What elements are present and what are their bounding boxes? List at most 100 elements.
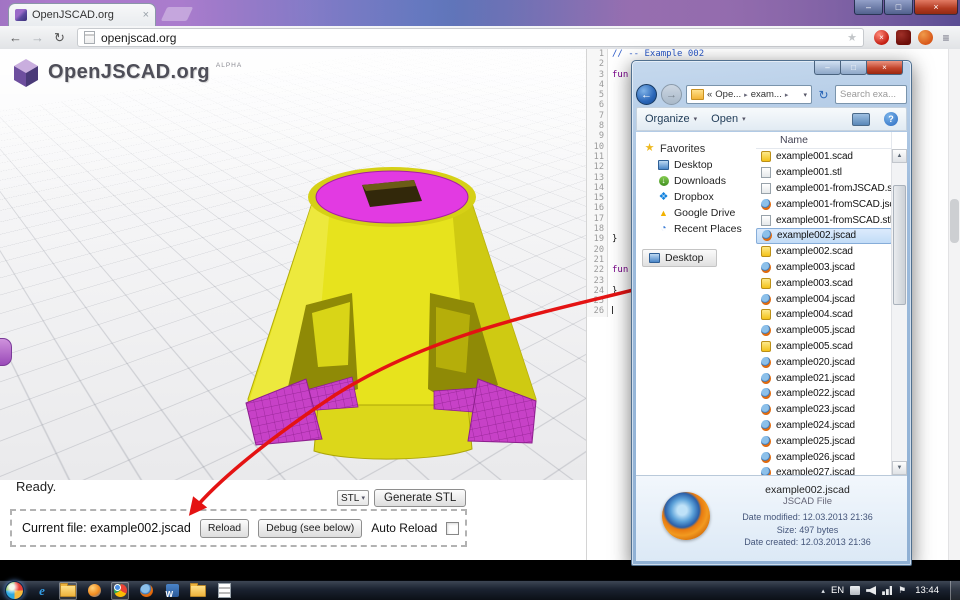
file-row[interactable]: example001.stl bbox=[756, 165, 892, 181]
tab-close-icon[interactable]: × bbox=[143, 9, 149, 21]
scroll-up-icon[interactable]: ▲ bbox=[892, 149, 907, 163]
sidebar-item-desktop-tree[interactable]: Desktop bbox=[642, 249, 717, 267]
taskbar-firefox-icon[interactable] bbox=[137, 582, 155, 600]
file-row[interactable]: example025.jscad bbox=[756, 433, 892, 449]
file-row[interactable]: example004.scad bbox=[756, 307, 892, 323]
volume-icon[interactable] bbox=[866, 586, 876, 595]
file-row[interactable]: example001-fromSCAD.jscad bbox=[756, 196, 892, 212]
bookmark-star-icon[interactable]: ★ bbox=[847, 31, 857, 44]
sidebar-item-recent-places[interactable]: Recent Places bbox=[636, 221, 756, 237]
explorer-back-button[interactable]: ← bbox=[636, 84, 657, 105]
sidebar-item-downloads[interactable]: Downloads bbox=[636, 173, 756, 189]
scroll-thumb[interactable] bbox=[893, 185, 906, 305]
explorer-close-button[interactable]: × bbox=[866, 61, 903, 75]
taskbar-explorer-icon[interactable] bbox=[59, 582, 77, 600]
file-row[interactable]: example003.scad bbox=[756, 275, 892, 291]
file-row[interactable]: example022.jscad bbox=[756, 386, 892, 402]
line-number: 8 bbox=[587, 121, 608, 131]
system-tray: ▴ EN ⚑ 13:44 bbox=[821, 581, 960, 600]
forward-button[interactable]: → bbox=[28, 28, 47, 47]
views-icon[interactable] bbox=[852, 113, 870, 126]
show-desktop-button[interactable] bbox=[950, 581, 960, 600]
address-bar[interactable]: openjscad.org ★ bbox=[77, 28, 864, 47]
explorer-titlebar[interactable]: – □ × bbox=[632, 61, 911, 82]
clock[interactable]: 13:44 bbox=[915, 585, 939, 596]
file-row[interactable]: example005.jscad bbox=[756, 323, 892, 339]
new-tab-button[interactable] bbox=[161, 7, 194, 21]
file-icon bbox=[761, 436, 771, 447]
explorer-minimize-button[interactable]: – bbox=[814, 61, 841, 75]
help-icon[interactable]: ? bbox=[884, 112, 898, 126]
start-button[interactable] bbox=[5, 581, 24, 600]
file-row[interactable]: example001-fromJSCAD.stl bbox=[756, 181, 892, 197]
taskbar-folder-icon[interactable] bbox=[189, 582, 207, 600]
window-maximize-button[interactable]: □ bbox=[884, 0, 913, 15]
debug-button[interactable]: Debug (see below) bbox=[258, 519, 362, 538]
favorites-group[interactable]: Favorites bbox=[636, 140, 756, 157]
breadcrumb-dropdown-icon[interactable]: ▾ bbox=[803, 91, 807, 99]
taskbar-chrome-icon[interactable] bbox=[111, 582, 129, 600]
file-row[interactable]: example004.jscad bbox=[756, 291, 892, 307]
file-row[interactable]: example001.scad bbox=[756, 149, 892, 165]
file-row[interactable]: example026.jscad bbox=[756, 449, 892, 465]
file-row[interactable]: example003.jscad bbox=[756, 260, 892, 276]
tray-expand-icon[interactable]: ▴ bbox=[821, 587, 825, 595]
window-close-button[interactable]: × bbox=[914, 0, 958, 15]
keyboard-icon[interactable] bbox=[850, 586, 860, 595]
extension-icon-3[interactable] bbox=[918, 30, 933, 45]
explorer-maximize-button[interactable]: □ bbox=[840, 61, 867, 75]
file-row[interactable]: example002.scad bbox=[756, 244, 892, 260]
taskbar-mediaplayer-icon[interactable] bbox=[85, 582, 103, 600]
line-number: 21 bbox=[587, 255, 608, 265]
file-row[interactable]: example027.jscad bbox=[756, 465, 892, 475]
taskbar-ie-icon[interactable] bbox=[33, 582, 51, 600]
explorer-breadcrumb[interactable]: « Ope... ▸ exam... ▸ ▾ bbox=[686, 85, 812, 104]
sidebar-item-dropbox[interactable]: Dropbox bbox=[636, 189, 756, 205]
refresh-icon[interactable]: ↻ bbox=[816, 88, 831, 102]
sidebar-item-google-drive[interactable]: Google Drive bbox=[636, 205, 756, 221]
line-code bbox=[608, 306, 613, 316]
breadcrumb-part[interactable]: exam... bbox=[751, 89, 782, 100]
explorer-scrollbar[interactable]: ▲ ▼ bbox=[891, 149, 907, 475]
file-row[interactable]: example020.jscad bbox=[756, 354, 892, 370]
editor-scrollbar[interactable] bbox=[948, 49, 960, 560]
file-row[interactable]: example005.scad bbox=[756, 339, 892, 355]
file-row[interactable]: example002.jscad bbox=[756, 228, 892, 244]
extension-icon-2[interactable] bbox=[896, 30, 911, 45]
line-code bbox=[608, 276, 612, 286]
organize-menu[interactable]: Organize ▾ bbox=[645, 113, 697, 125]
browser-tabstrip: OpenJSCAD.org × – □ × bbox=[0, 0, 960, 26]
file-row[interactable]: example001-fromSCAD.stl bbox=[756, 212, 892, 228]
file-row[interactable]: example023.jscad bbox=[756, 402, 892, 418]
file-row[interactable]: example021.jscad bbox=[756, 370, 892, 386]
editor-scroll-thumb[interactable] bbox=[950, 199, 959, 243]
taskbar-notepad-icon[interactable] bbox=[215, 582, 233, 600]
generate-stl-button[interactable]: Generate STL bbox=[374, 489, 466, 507]
auto-reload-checkbox[interactable] bbox=[446, 522, 459, 535]
stl-format-select[interactable]: STL ▾ bbox=[337, 490, 369, 506]
reload-file-button[interactable]: Reload bbox=[200, 519, 249, 538]
scroll-down-icon[interactable]: ▼ bbox=[892, 461, 907, 475]
reload-button[interactable]: ↻ bbox=[50, 28, 69, 47]
back-button[interactable]: ← bbox=[6, 28, 25, 47]
logo-text: OpenJSCAD.org bbox=[48, 61, 210, 84]
line-number: 11 bbox=[587, 152, 608, 162]
taskbar-word-icon[interactable] bbox=[163, 582, 181, 600]
panel-handle[interactable] bbox=[0, 338, 12, 366]
viewport-3d[interactable] bbox=[0, 49, 586, 480]
network-icon[interactable] bbox=[882, 586, 892, 595]
explorer-forward-button[interactable]: → bbox=[661, 84, 682, 105]
window-minimize-button[interactable]: – bbox=[854, 0, 883, 15]
action-center-icon[interactable]: ⚑ bbox=[898, 586, 906, 595]
file-row[interactable]: example024.jscad bbox=[756, 418, 892, 434]
sidebar-item-desktop[interactable]: Desktop bbox=[636, 157, 756, 173]
browser-menu-icon[interactable]: ≡ bbox=[938, 31, 954, 45]
open-menu[interactable]: Open ▾ bbox=[711, 113, 745, 125]
language-indicator[interactable]: EN bbox=[831, 585, 844, 596]
column-header-name[interactable]: Name bbox=[756, 132, 892, 149]
breadcrumb-part[interactable]: Ope... bbox=[715, 89, 741, 100]
explorer-search-box[interactable]: Search exa... bbox=[835, 85, 907, 104]
file-name: example001-fromSCAD.jscad bbox=[776, 199, 892, 210]
browser-tab[interactable]: OpenJSCAD.org × bbox=[8, 3, 156, 26]
extension-icon-1[interactable]: × bbox=[874, 30, 889, 45]
